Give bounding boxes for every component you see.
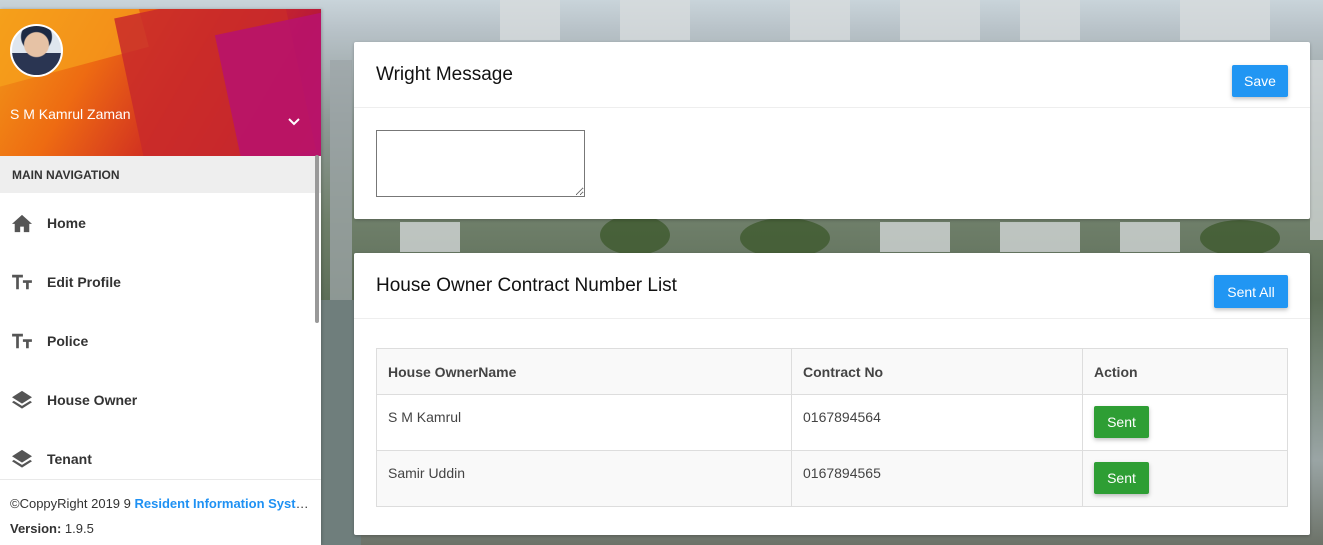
sidebar-footer: ©CoppyRight 2019 9 Resident Information …: [0, 479, 321, 545]
owner-name-cell: S M Kamrul: [376, 394, 792, 451]
card-header: House Owner Contract Number List Sent Al…: [354, 253, 1310, 319]
sidebar-scrollbar[interactable]: [315, 155, 319, 323]
sidebar-item-label: Tenant: [47, 450, 92, 467]
text-fields-icon: [11, 271, 33, 293]
table-row: S M Kamrul 0167894564 Sent: [376, 394, 1288, 451]
sidebar: S M Kamrul Zaman MAIN NAVIGATION Home Ed…: [0, 9, 321, 545]
copyright: ©CoppyRight 2019 9 Resident Information …: [10, 496, 310, 511]
layers-icon: [11, 448, 33, 470]
contract-no-cell: 0167894565: [791, 450, 1083, 507]
column-header-owner-name: House OwnerName: [376, 348, 792, 395]
contract-table: House OwnerName Contract No Action S M K…: [376, 348, 1288, 507]
card-title: Wright Message: [376, 64, 513, 85]
text-fields-icon: [11, 330, 33, 352]
column-header-action: Action: [1082, 348, 1288, 395]
home-icon: [11, 212, 33, 234]
sidebar-item-label: House Owner: [47, 391, 138, 408]
table-header-row: House OwnerName Contract No Action: [376, 348, 1288, 395]
copyright-text: ©CoppyRight 2019 9: [10, 496, 135, 511]
sent-all-button[interactable]: Sent All: [1214, 275, 1288, 308]
card-header: Wright Message Save: [354, 42, 1310, 108]
action-cell: Sent: [1082, 450, 1288, 507]
sent-button[interactable]: Sent: [1094, 406, 1149, 438]
layers-icon: [11, 389, 33, 411]
contract-list-card: House Owner Contract Number List Sent Al…: [354, 253, 1310, 535]
app-name-link[interactable]: Resident Information System: [135, 496, 311, 511]
user-info-panel: S M Kamrul Zaman: [0, 9, 321, 156]
nav-header: MAIN NAVIGATION: [0, 156, 321, 193]
table-row: Samir Uddin 0167894565 Sent: [376, 450, 1288, 507]
main-navigation: Home Edit Profile Police House Owner Ten…: [0, 193, 321, 488]
version: Version: 1.9.5: [10, 521, 311, 536]
sidebar-item-edit-profile[interactable]: Edit Profile: [0, 252, 321, 311]
version-label: Version:: [10, 521, 62, 536]
sidebar-item-home[interactable]: Home: [0, 193, 321, 252]
sidebar-item-house-owner[interactable]: House Owner: [0, 370, 321, 429]
save-button[interactable]: Save: [1232, 65, 1288, 97]
column-header-contract-no: Contract No: [791, 348, 1083, 395]
version-value: 1.9.5: [64, 521, 94, 536]
contract-no-cell: 0167894564: [791, 394, 1083, 451]
avatar[interactable]: [10, 24, 63, 77]
sidebar-item-label: Police: [47, 332, 89, 349]
sidebar-item-police[interactable]: Police: [0, 311, 321, 370]
sidebar-item-label: Home: [47, 214, 86, 231]
sent-button[interactable]: Sent: [1094, 462, 1149, 494]
sidebar-item-label: Edit Profile: [47, 273, 121, 290]
owner-name-cell: Samir Uddin: [376, 450, 792, 507]
user-name[interactable]: S M Kamrul Zaman: [10, 106, 131, 122]
message-textarea[interactable]: [376, 130, 585, 197]
chevron-down-icon[interactable]: [286, 113, 302, 129]
card-title: House Owner Contract Number List: [376, 275, 677, 296]
message-card: Wright Message Save: [354, 42, 1310, 219]
action-cell: Sent: [1082, 394, 1288, 451]
